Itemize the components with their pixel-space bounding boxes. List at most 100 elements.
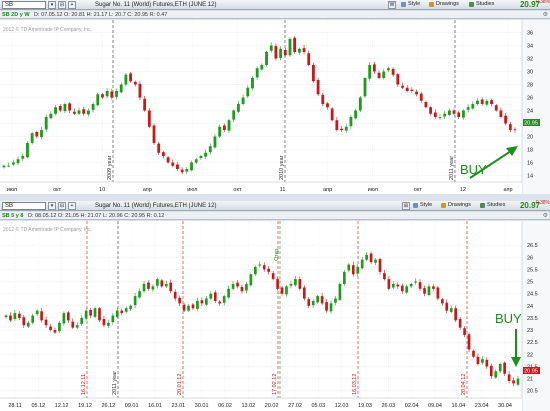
candle <box>218 124 222 139</box>
time-label: 10 <box>99 187 105 193</box>
bottom-add-icon[interactable]: + <box>68 202 76 210</box>
candle <box>476 353 480 366</box>
time-label: 09.01 <box>125 403 139 409</box>
candle <box>262 262 266 272</box>
candle <box>445 299 449 314</box>
candle <box>372 61 376 74</box>
candle <box>467 332 471 353</box>
top-add-icon[interactable]: + <box>68 1 76 9</box>
top-symbol-input[interactable]: SB <box>2 1 46 9</box>
top-info-bar: SB 2D y W D: 07.05.12 O: 20.81 H: 21.17 … <box>0 11 550 19</box>
candle <box>191 303 195 311</box>
bottom-settings-icon[interactable]: ⚙ <box>543 213 548 219</box>
candle <box>507 371 511 384</box>
bottom-info-bar: SB 5 y 8 D: 08.05.12 O: 21.05 H: 21.07 L… <box>0 212 550 220</box>
candle <box>58 320 61 334</box>
candle <box>269 42 273 53</box>
bottom-timeframe-button[interactable]: ⊞ <box>402 202 410 210</box>
candle <box>142 281 146 293</box>
candle <box>472 349 475 359</box>
candle <box>66 311 70 323</box>
bottom-buy-label: BUY <box>495 311 522 326</box>
candle <box>119 82 123 94</box>
top-aggregation-label[interactable]: SB 2D y W <box>2 12 30 18</box>
top-settings-icon[interactable]: ⚙ <box>543 12 548 18</box>
candle <box>494 104 498 112</box>
candle <box>267 266 271 275</box>
price-label: 22.5 <box>527 340 538 346</box>
bottom-aggregation-label[interactable]: SB 5 y 8 <box>2 213 23 219</box>
bottom-studies-button[interactable]: Studies <box>479 202 507 210</box>
candle <box>438 114 442 120</box>
bottom-link-icon[interactable]: ⊟ <box>58 202 66 210</box>
candle <box>283 47 287 57</box>
candle <box>329 300 333 314</box>
candle <box>71 318 75 329</box>
candle <box>249 272 253 287</box>
candle <box>288 37 292 57</box>
time-label: 19.03 <box>358 403 372 409</box>
bottom-chart-area[interactable]: 16.12.11 2011 year 20.01.12 17.02.12 Откр 16.… <box>0 221 550 411</box>
candle <box>138 80 142 100</box>
top-chart-area[interactable]: 2009 year 2010 year 2011 year 36 34 32 30 28 26… <box>0 20 550 194</box>
bottom-studies-label: Studies <box>487 202 506 208</box>
candle <box>40 126 43 140</box>
candle <box>151 284 155 292</box>
top-wk-button[interactable]: W <box>388 1 396 9</box>
candle <box>485 98 489 107</box>
candle <box>91 102 95 113</box>
candle <box>294 276 297 287</box>
candle <box>176 161 179 171</box>
candle <box>378 257 382 275</box>
bottom-symbol-dropdown-icon[interactable]: ▾ <box>48 202 56 210</box>
bottom-symbol-input[interactable]: SB <box>2 202 46 210</box>
candle <box>26 320 30 328</box>
candle <box>115 88 118 100</box>
candle <box>415 89 418 97</box>
time-label: 16.04 <box>451 403 465 409</box>
candle <box>271 270 275 281</box>
candle <box>75 322 79 330</box>
top-link-icon[interactable]: ⊟ <box>58 1 66 9</box>
candle <box>89 308 92 319</box>
bottom-drawings-button[interactable]: Drawings <box>440 202 473 210</box>
candle <box>462 109 465 120</box>
top-studies-button[interactable]: Studies <box>468 1 496 9</box>
candle <box>232 109 236 123</box>
candle <box>240 284 244 294</box>
time-label: июл <box>187 187 197 193</box>
top-drawings-button[interactable]: Drawings <box>428 1 461 9</box>
marker-label: 2011 year <box>449 156 455 180</box>
time-label: 05.03 <box>311 403 325 409</box>
price-label: 26 <box>527 255 533 261</box>
top-year-markers: 2009 year 2010 year 2011 year <box>107 20 456 182</box>
top-symbol-dropdown-icon[interactable]: ▾ <box>48 1 56 9</box>
top-toolbar: SB ▾ ⊟ + Sugar No. 11 (World) Futures,ET… <box>0 0 550 10</box>
candle <box>396 72 400 87</box>
time-label: 26.03 <box>381 403 395 409</box>
candle <box>432 284 435 291</box>
candle <box>101 93 104 100</box>
price-label: 20 <box>527 135 533 141</box>
time-label: 19.12 <box>78 403 92 409</box>
bottom-grid <box>0 221 522 398</box>
price-label: 24.5 <box>527 292 538 298</box>
marker-label: 20.04.12 <box>461 374 467 395</box>
time-label: апр <box>143 187 152 193</box>
time-label: 13.02 <box>241 403 255 409</box>
time-label: 11 <box>280 187 286 193</box>
candle <box>340 125 343 132</box>
top-style-button[interactable]: Style <box>400 1 422 9</box>
candle <box>231 280 235 291</box>
bottom-style-button[interactable]: Style <box>412 202 434 210</box>
bottom-chart-svg[interactable]: 16.12.11 2011 year 20.01.12 17.02.12 Откр 16.… <box>0 221 550 411</box>
candle <box>498 362 502 373</box>
top-chart-svg[interactable]: 2009 year 2010 year 2011 year 36 34 32 30 28 26… <box>0 20 550 194</box>
candle <box>449 305 453 314</box>
candle <box>171 159 175 168</box>
bottom-change-pct: -0.38% <box>534 200 550 206</box>
candle <box>409 282 413 289</box>
candle <box>251 75 254 91</box>
top-last-price-tag: 20.95 <box>523 119 540 127</box>
candle <box>169 279 173 294</box>
